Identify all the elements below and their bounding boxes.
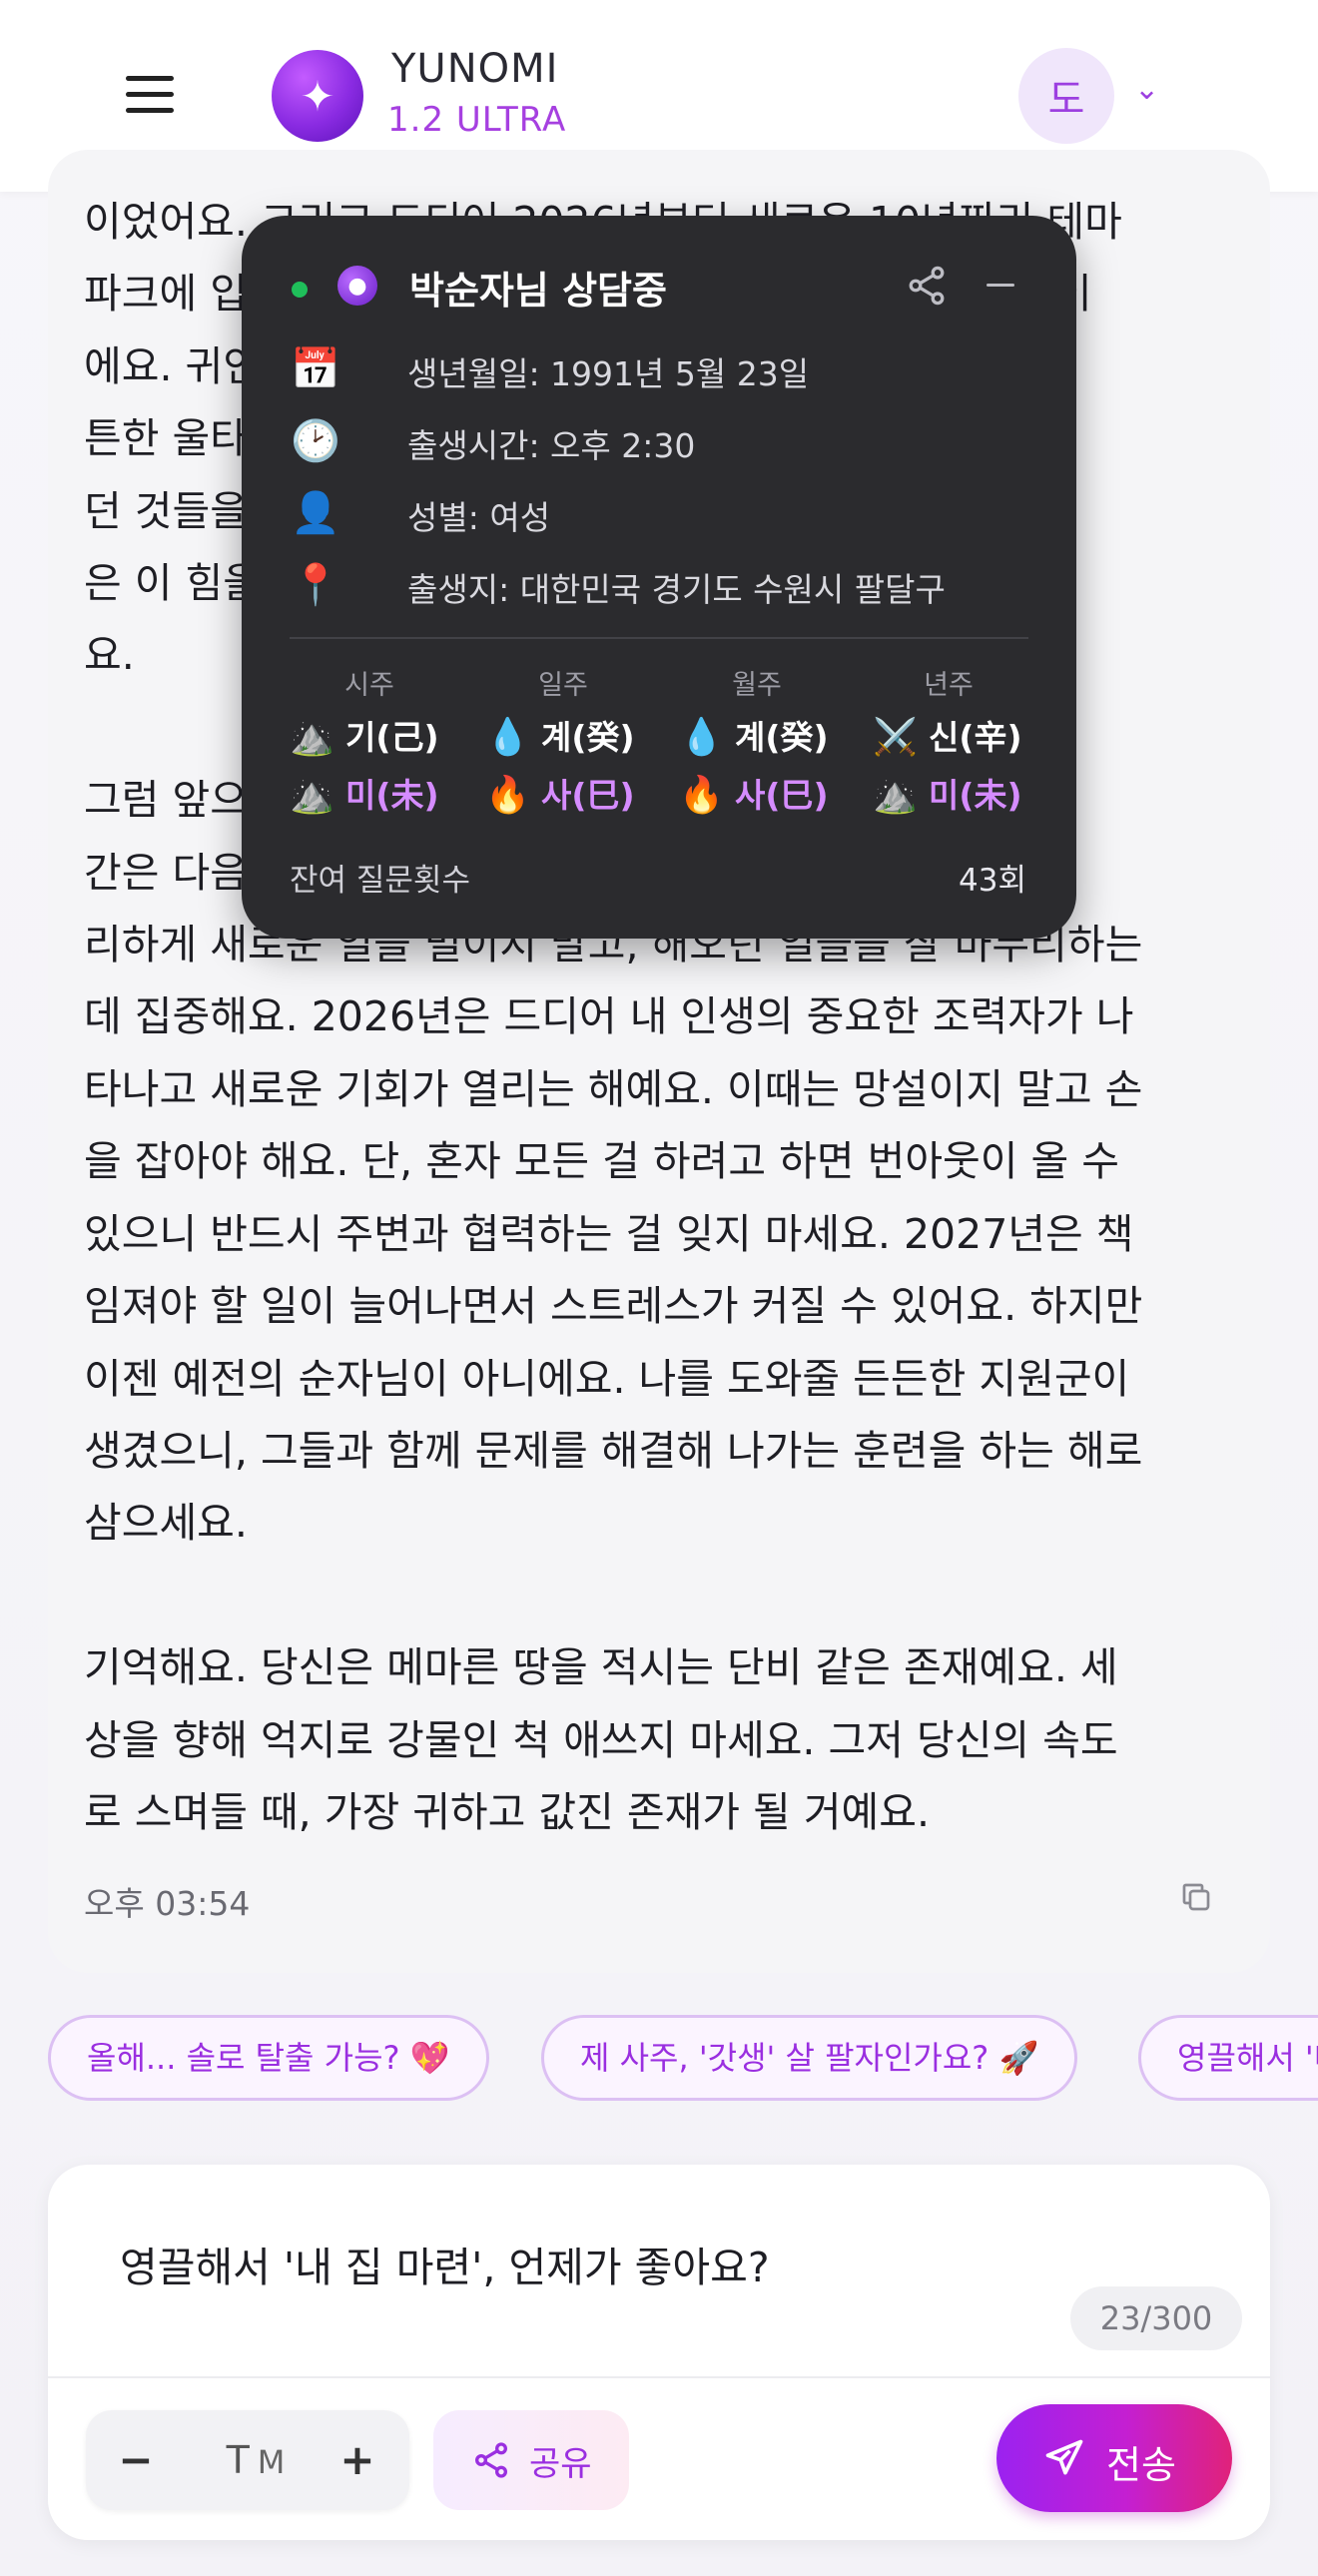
crystal-ball-icon: ● bbox=[337, 266, 377, 306]
gender-row: 👤 성별: 여성 bbox=[290, 483, 1048, 539]
pillar-stem-year: ⚔️ 신(辛) bbox=[873, 717, 1022, 758]
pillar-stem-hour: ⛰️ 기(己) bbox=[290, 717, 439, 758]
pillar-branch-month: 🔥 사(巳) bbox=[679, 775, 829, 816]
pillar-branch-day: 🔥 사(巳) bbox=[485, 775, 635, 816]
suggestion-chip[interactable]: 영끌해서 '내 집 마련', 언제가 좋아요? bbox=[1138, 2015, 1318, 2101]
message-input[interactable] bbox=[120, 2229, 1138, 2298]
birthplace-row: 📍 출생지: 대한민국 경기도 수원시 팔달구 bbox=[290, 555, 1048, 611]
pillar-branch-year: ⛰️ 미(未) bbox=[873, 775, 1022, 816]
online-status-dot bbox=[292, 282, 308, 298]
user-avatar[interactable]: 도 bbox=[1018, 48, 1114, 144]
birthplace-text: 출생지: 대한민국 경기도 수원시 팔달구 bbox=[407, 570, 946, 609]
remaining-questions-count: 43회 bbox=[959, 863, 1026, 899]
text-size-icon: T bbox=[226, 2438, 250, 2482]
mountain-icon: ⛰️ bbox=[873, 775, 918, 816]
birth-date-row: 📅 생년월일: 1991년 5월 23일 bbox=[290, 339, 1048, 395]
fire-icon: 🔥 bbox=[679, 775, 724, 816]
suggestion-chips: 올해... 솔로 탈출 가능? 💖 제 사주, '갓생' 살 팔자인가요? 🚀 … bbox=[48, 2015, 1318, 2105]
gender-text: 성별: 여성 bbox=[407, 498, 551, 537]
consultation-panel: ● 박순자님 상담중 📅 생년월일: 1991년 5월 23일 🕑 출생시간: … bbox=[242, 216, 1076, 939]
swords-icon: ⚔️ bbox=[873, 717, 918, 758]
birth-time-row: 🕑 출생시간: 오후 2:30 bbox=[290, 411, 1048, 467]
person-icon: 👤 bbox=[291, 490, 340, 536]
pillar-head-year: 년주 bbox=[924, 670, 974, 701]
font-size-control: − TM + bbox=[86, 2410, 409, 2510]
pillar-head-hour: 시주 bbox=[344, 670, 394, 701]
water-drop-icon: 💧 bbox=[485, 717, 530, 758]
send-button[interactable]: 전송 bbox=[996, 2404, 1232, 2512]
share-icon bbox=[475, 2442, 507, 2478]
character-counter: 23/300 bbox=[1070, 2286, 1242, 2350]
sparkle-logo-icon: ✦ bbox=[272, 50, 363, 142]
copy-icon[interactable] bbox=[1178, 1879, 1214, 1915]
birth-time-text: 출생시간: 오후 2:30 bbox=[407, 426, 696, 465]
composer-divider bbox=[48, 2376, 1270, 2378]
pillar-head-month: 월주 bbox=[732, 670, 782, 701]
brand-name: YUNOMI bbox=[391, 46, 559, 92]
app-root: ✦ YUNOMI 1.2 ULTRA 도 ⌄ 이었어요. 그리고 드디어 202… bbox=[0, 0, 1318, 2576]
send-button-label: 전송 bbox=[1106, 2443, 1176, 2487]
share-button-label: 공유 bbox=[529, 2444, 592, 2484]
decrease-font-button[interactable]: − bbox=[96, 2410, 176, 2510]
fire-icon: 🔥 bbox=[485, 775, 530, 816]
pin-icon: 📍 bbox=[291, 562, 340, 608]
panel-divider bbox=[290, 637, 1028, 639]
pillar-branch-hour: ⛰️ 미(未) bbox=[290, 775, 439, 816]
panel-title: 박순자님 상담중 bbox=[409, 269, 667, 313]
minimize-icon[interactable] bbox=[981, 264, 1020, 308]
hamburger-menu-icon[interactable] bbox=[118, 70, 182, 120]
share-button[interactable]: 공유 bbox=[433, 2410, 629, 2510]
mountain-icon: ⛰️ bbox=[290, 717, 334, 758]
font-size-indicator: TM bbox=[226, 2438, 286, 2482]
pillar-stem-month: 💧 계(癸) bbox=[679, 717, 829, 758]
suggestion-chip[interactable]: 올해... 솔로 탈출 가능? 💖 bbox=[48, 2015, 489, 2101]
clock-icon: 🕑 bbox=[291, 418, 340, 464]
pillar-head-day: 일주 bbox=[538, 670, 588, 701]
water-drop-icon: 💧 bbox=[679, 717, 724, 758]
calendar-icon: 📅 bbox=[291, 346, 340, 392]
mountain-icon: ⛰️ bbox=[290, 775, 334, 816]
brand-version: 1.2 ULTRA bbox=[387, 100, 567, 140]
chevron-down-icon[interactable]: ⌄ bbox=[1134, 72, 1159, 107]
message-timestamp: 오후 03:54 bbox=[84, 1884, 251, 1923]
remaining-questions-label: 잔여 질문횟수 bbox=[290, 863, 470, 899]
suggestion-chip[interactable]: 제 사주, '갓생' 살 팔자인가요? 🚀 bbox=[541, 2015, 1078, 2101]
paper-plane-icon bbox=[1045, 2439, 1083, 2475]
birth-date-text: 생년월일: 1991년 5월 23일 bbox=[407, 354, 810, 393]
share-icon[interactable] bbox=[905, 264, 949, 308]
pillar-stem-day: 💧 계(癸) bbox=[485, 717, 635, 758]
increase-font-button[interactable]: + bbox=[318, 2410, 397, 2510]
